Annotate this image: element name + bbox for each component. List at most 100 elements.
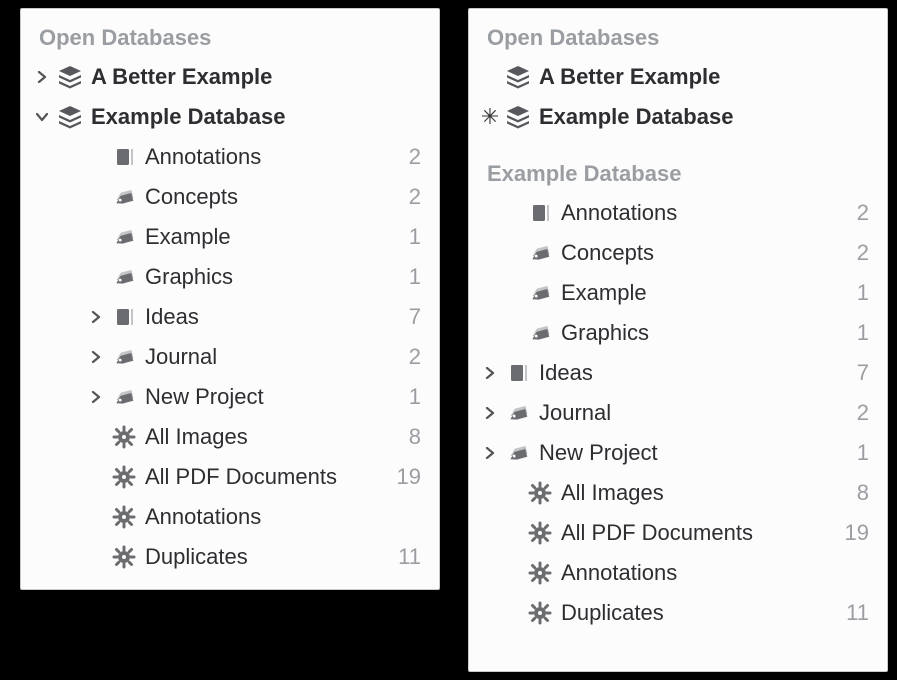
sidebar-item[interactable]: Graphics1 — [469, 313, 887, 353]
sidebar-item-label: Annotations — [557, 200, 841, 226]
sidebar-item[interactable]: Example1 — [469, 273, 887, 313]
database-label: A Better Example — [535, 64, 869, 90]
gear-icon — [107, 505, 141, 529]
sidebar-item-label: Duplicates — [141, 544, 393, 570]
database-row[interactable]: Example Database — [21, 97, 439, 137]
item-count: 1 — [393, 224, 421, 250]
gear-icon — [107, 465, 141, 489]
item-count: 19 — [841, 520, 869, 546]
gear-icon — [523, 521, 557, 545]
sidebar-item-label: Concepts — [141, 184, 393, 210]
chevron-right-icon[interactable] — [31, 71, 53, 83]
database-row[interactable]: A Better Example — [469, 57, 887, 97]
item-count: 2 — [841, 200, 869, 226]
database-row[interactable]: ✳ Example Database — [469, 97, 887, 137]
sidebar-item[interactable]: All Images8 — [469, 473, 887, 513]
item-count: 2 — [393, 344, 421, 370]
chevron-right-icon[interactable] — [479, 367, 501, 379]
sidebar-item[interactable]: Duplicates11 — [21, 537, 439, 577]
sidebar-item-label: Graphics — [141, 264, 393, 290]
sidebar-item[interactable]: Annotations — [21, 497, 439, 537]
database-stack-icon — [501, 63, 535, 91]
item-count: 11 — [393, 544, 421, 570]
box-icon — [107, 145, 141, 169]
sidebar-item[interactable]: Annotations2 — [469, 193, 887, 233]
sidebar-item[interactable]: Ideas7 — [469, 353, 887, 393]
item-count: 2 — [393, 144, 421, 170]
gear-icon — [107, 425, 141, 449]
tag-icon — [107, 385, 141, 409]
sidebar-panel-flat: Open Databases A Better Example ✳ Exampl… — [468, 8, 888, 672]
sidebar-item-label: Example — [557, 280, 841, 306]
sidebar-item-label: All PDF Documents — [557, 520, 841, 546]
item-count: 2 — [841, 400, 869, 426]
box-icon — [523, 201, 557, 225]
sidebar-item-label: All Images — [141, 424, 393, 450]
item-count: 7 — [393, 304, 421, 330]
item-count: 11 — [841, 600, 869, 626]
chevron-right-icon[interactable] — [85, 391, 107, 403]
chevron-right-icon[interactable] — [479, 447, 501, 459]
sidebar-item-label: Concepts — [557, 240, 841, 266]
sidebar-item-label: All Images — [557, 480, 841, 506]
gear-icon — [523, 481, 557, 505]
sidebar-item[interactable]: Annotations — [469, 553, 887, 593]
sidebar-item-label: Example — [141, 224, 393, 250]
chevron-right-icon[interactable] — [85, 311, 107, 323]
sidebar-item[interactable]: New Project1 — [469, 433, 887, 473]
sidebar-item-label: Ideas — [535, 360, 841, 386]
sidebar-item-label: Annotations — [557, 560, 841, 586]
item-count: 2 — [393, 184, 421, 210]
gear-icon — [107, 545, 141, 569]
gear-icon — [523, 561, 557, 585]
section-header-open-databases: Open Databases — [469, 19, 887, 57]
sidebar-item[interactable]: All Images8 — [21, 417, 439, 457]
tag-icon — [501, 441, 535, 465]
sidebar-item[interactable]: Annotations2 — [21, 137, 439, 177]
tag-icon — [523, 281, 557, 305]
item-count: 2 — [841, 240, 869, 266]
tag-icon — [523, 321, 557, 345]
box-icon — [107, 305, 141, 329]
item-count: 1 — [841, 280, 869, 306]
sidebar-item-label: Duplicates — [557, 600, 841, 626]
database-stack-icon — [53, 103, 87, 131]
sidebar-item[interactable]: Graphics1 — [21, 257, 439, 297]
current-db-marker: ✳ — [479, 106, 501, 128]
section-header-open-databases: Open Databases — [21, 19, 439, 57]
sidebar-item[interactable]: New Project1 — [21, 377, 439, 417]
chevron-right-icon[interactable] — [85, 351, 107, 363]
item-count: 7 — [841, 360, 869, 386]
chevron-down-icon[interactable] — [31, 111, 53, 123]
section-header-database: Example Database — [469, 155, 887, 193]
sidebar-item-label: Annotations — [141, 504, 393, 530]
sidebar-item[interactable]: Concepts2 — [469, 233, 887, 273]
sidebar-item-label: New Project — [535, 440, 841, 466]
sidebar-item[interactable]: Journal2 — [21, 337, 439, 377]
database-label: A Better Example — [87, 64, 421, 90]
tag-icon — [107, 185, 141, 209]
database-stack-icon — [53, 63, 87, 91]
sidebar-item-label: Graphics — [557, 320, 841, 346]
sidebar-item-label: Journal — [141, 344, 393, 370]
sidebar-item[interactable]: All PDF Documents19 — [469, 513, 887, 553]
item-count: 1 — [393, 384, 421, 410]
database-label: Example Database — [87, 104, 421, 130]
tag-icon — [523, 241, 557, 265]
sidebar-item[interactable]: Ideas7 — [21, 297, 439, 337]
item-count: 1 — [841, 440, 869, 466]
database-label: Example Database — [535, 104, 869, 130]
chevron-right-icon[interactable] — [479, 407, 501, 419]
sidebar-item[interactable]: Concepts2 — [21, 177, 439, 217]
sidebar-item[interactable]: All PDF Documents19 — [21, 457, 439, 497]
tag-icon — [501, 401, 535, 425]
sidebar-item[interactable]: Duplicates11 — [469, 593, 887, 633]
sidebar-item[interactable]: Example1 — [21, 217, 439, 257]
database-row[interactable]: A Better Example — [21, 57, 439, 97]
gear-icon — [523, 601, 557, 625]
sidebar-item-label: Annotations — [141, 144, 393, 170]
sidebar-panel-tree: Open Databases A Better Example Example … — [20, 8, 440, 590]
sidebar-item-label: Journal — [535, 400, 841, 426]
sidebar-item[interactable]: Journal2 — [469, 393, 887, 433]
item-count: 19 — [393, 464, 421, 490]
